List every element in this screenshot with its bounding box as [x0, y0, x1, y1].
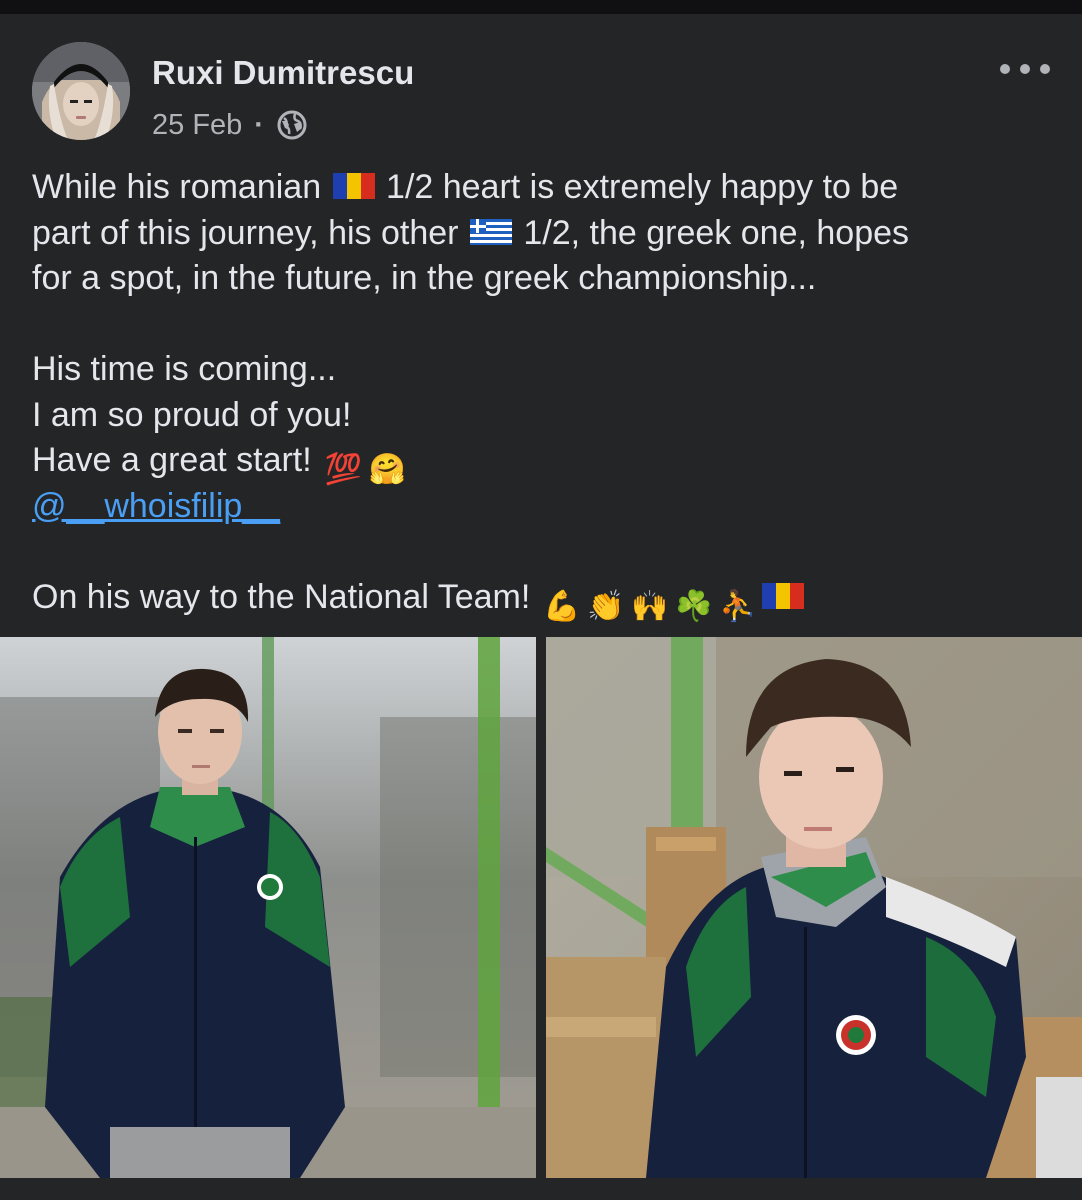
author-name[interactable]: Ruxi Dumitrescu	[152, 54, 414, 92]
photo-left[interactable]	[0, 637, 536, 1178]
post-text: While his romanian 1/2 heart is extremel…	[32, 165, 1052, 624]
meta-separator: ·	[254, 108, 264, 141]
post-date[interactable]: 25 Feb	[152, 109, 242, 142]
basketball-player-icon: ⛹️	[719, 589, 757, 623]
hugging-face-icon: 🤗	[368, 453, 406, 486]
photo-right[interactable]	[546, 637, 1082, 1178]
greek-flag-icon	[468, 214, 514, 260]
post-line-2: part of this journey, his other 1/2, the…	[32, 211, 1052, 257]
photo-grid	[0, 637, 1082, 1178]
romanian-flag-icon	[331, 168, 377, 214]
post-line-5: I am so proud of you!	[32, 395, 352, 434]
post-mention-line: @__whoisfilip__	[32, 484, 1052, 530]
clapping-hands-icon: 👏	[587, 589, 625, 623]
more-options-icon[interactable]	[1000, 56, 1050, 82]
author-avatar[interactable]	[32, 42, 130, 140]
post-line-1: While his romanian 1/2 heart is extremel…	[32, 165, 1052, 211]
post-blank-line	[32, 302, 1052, 348]
raised-hands-icon: 🙌	[631, 589, 669, 623]
top-strip	[0, 0, 1082, 14]
post-meta: 25 Feb ·	[152, 105, 308, 145]
flexed-biceps-icon: 💪	[543, 589, 581, 623]
globe-icon[interactable]	[276, 109, 308, 141]
post-line-7: On his way to the National Team! 💪 👏 🙌 ☘️ ⛹️	[32, 575, 1052, 624]
hundred-points-icon: 💯	[324, 453, 362, 486]
shamrock-icon: ☘️	[675, 589, 713, 623]
post-blank-line	[32, 529, 1052, 575]
user-mention-link[interactable]: @__whoisfilip__	[32, 487, 280, 525]
romanian-flag-icon	[760, 578, 806, 624]
post-line-4: His time is coming...	[32, 350, 337, 388]
avatar-image	[32, 42, 130, 140]
post-line-6: Have a great start! 💯 🤗	[32, 438, 1052, 486]
post-line-3: for a spot, in the future, in the greek …	[32, 259, 817, 297]
